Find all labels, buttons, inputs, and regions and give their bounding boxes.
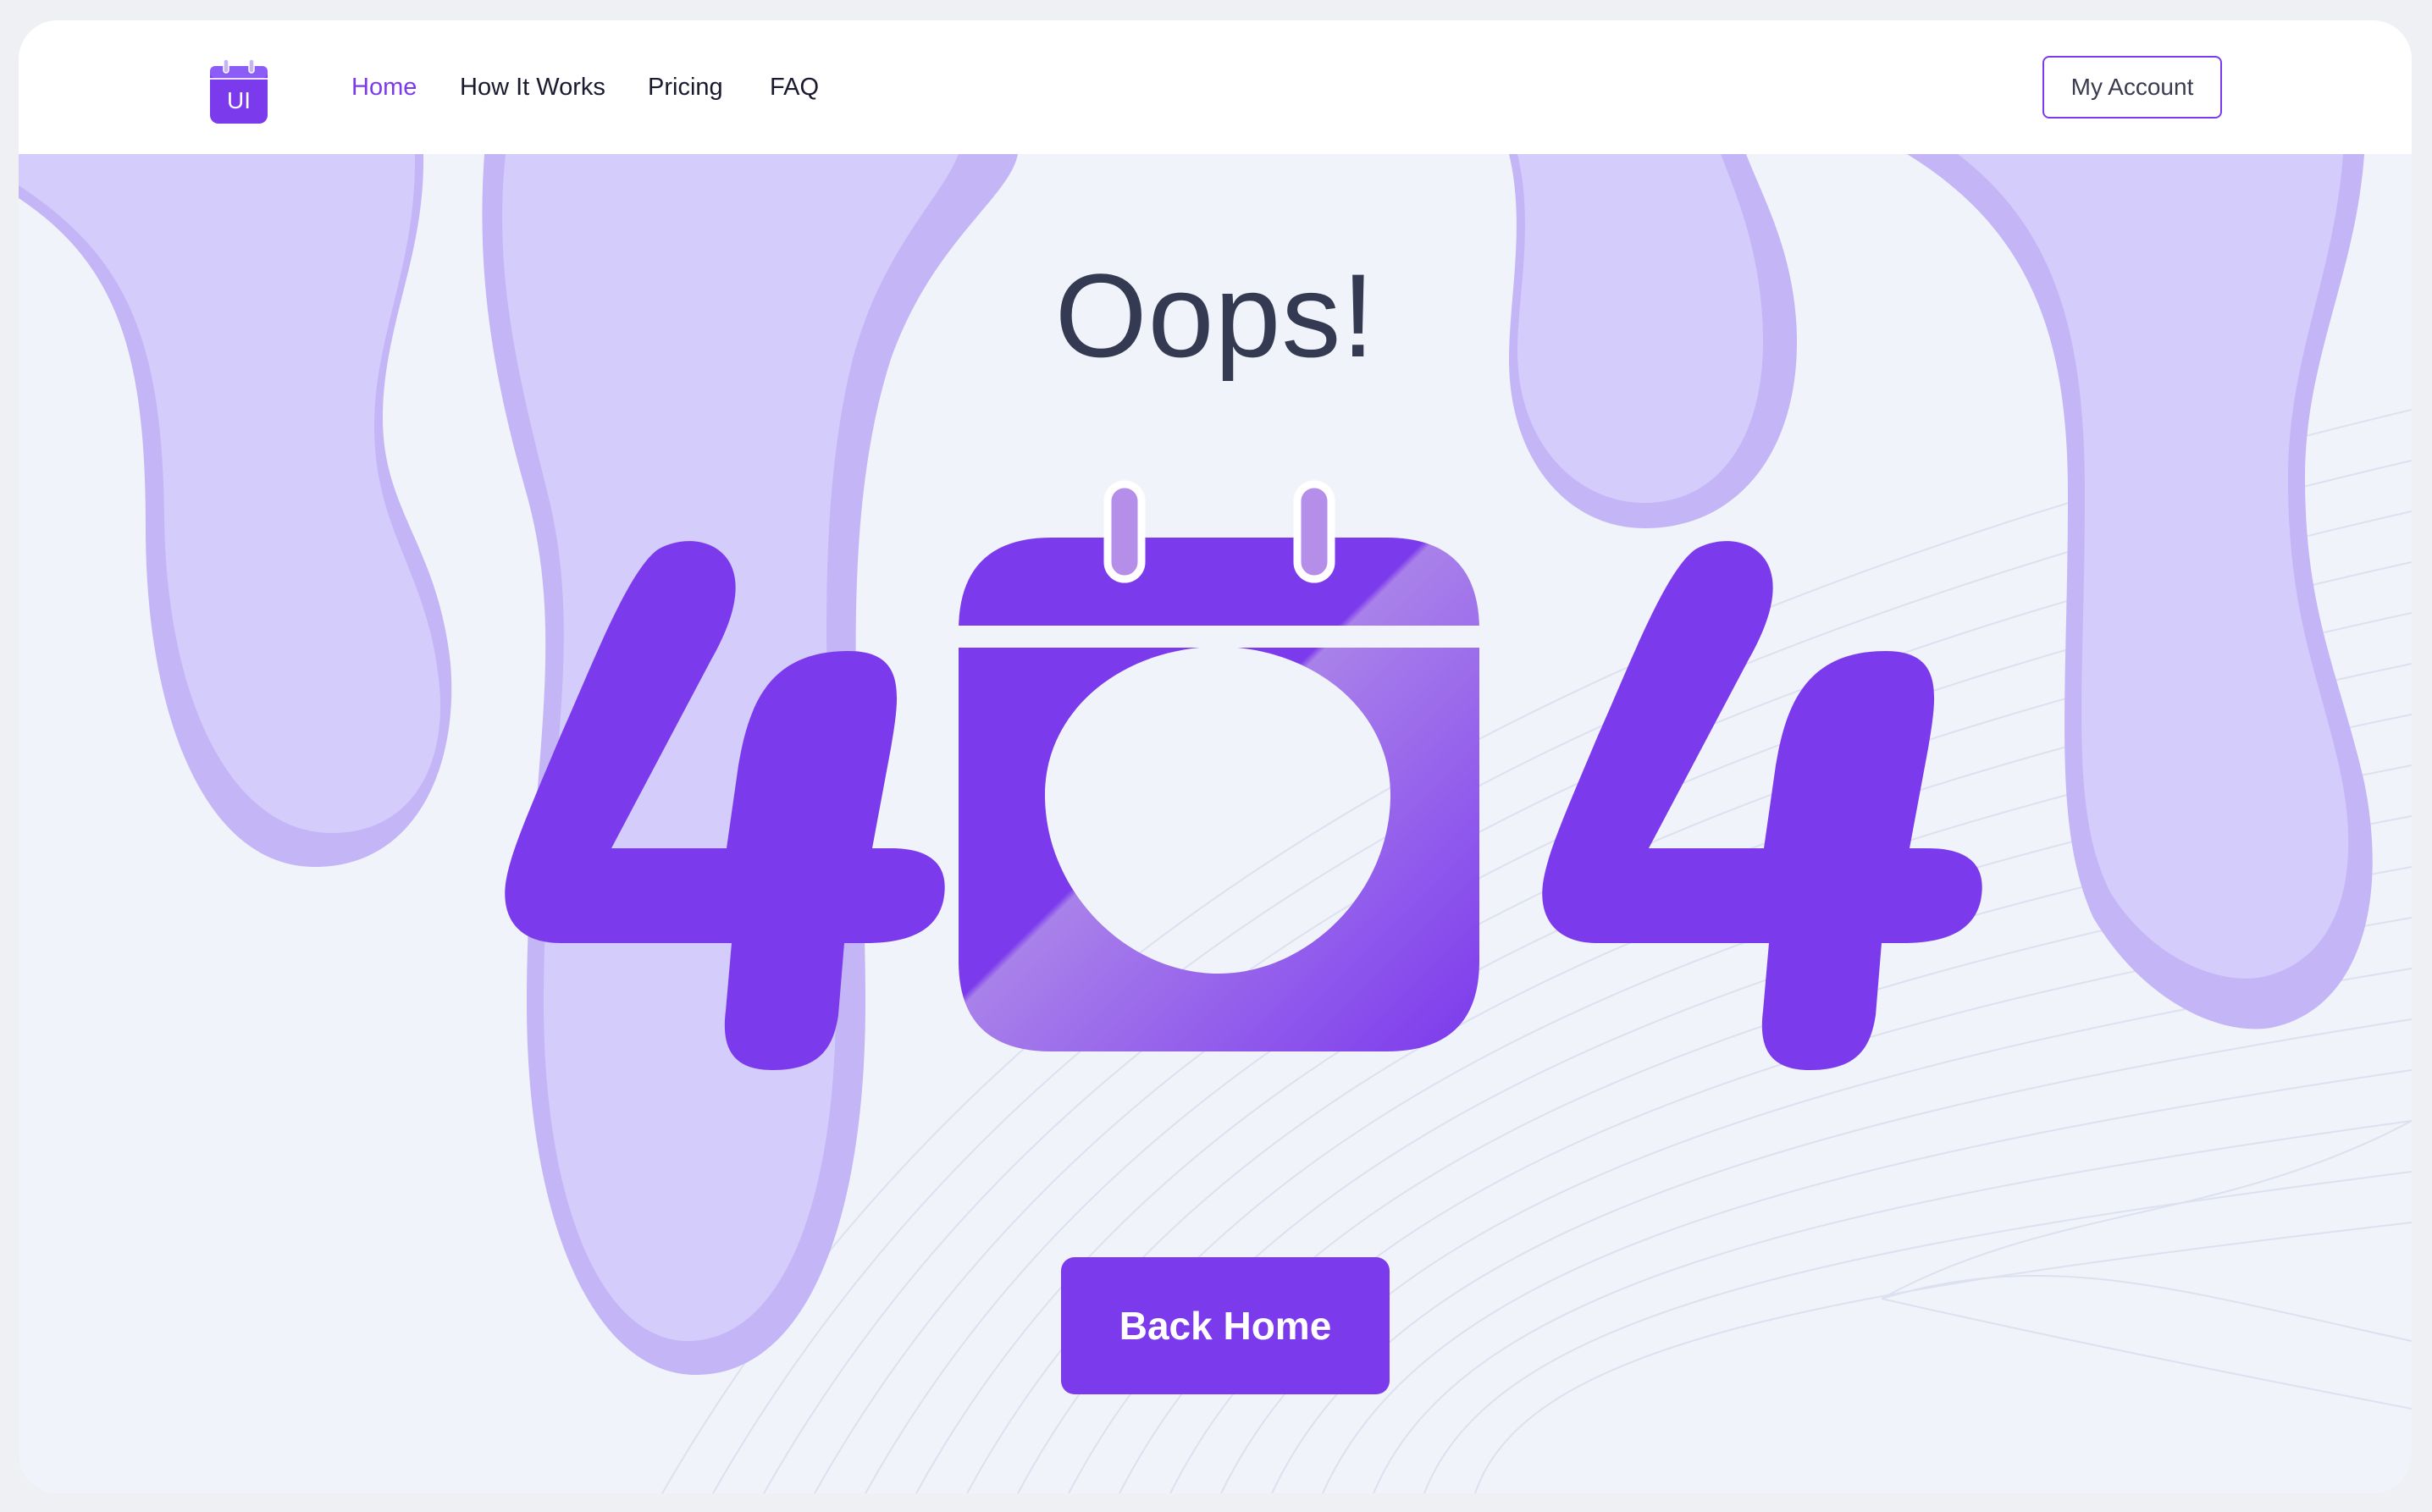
error-heading: Oops! xyxy=(1054,249,1376,382)
calendar-icon xyxy=(950,480,1489,1051)
logo-text: UI xyxy=(227,87,251,113)
nav-faq[interactable]: FAQ xyxy=(770,20,819,154)
nav-how-it-works[interactable]: How It Works xyxy=(460,20,605,154)
top-navbar: UI Home How It Works Pricing FAQ My Acco… xyxy=(19,20,2412,154)
back-home-button[interactable]: Back Home xyxy=(1061,1257,1390,1394)
logo-calendar-icon[interactable]: UI xyxy=(210,59,268,124)
digit-four-right xyxy=(1542,541,1982,1070)
my-account-button[interactable]: My Account xyxy=(2042,56,2222,119)
nav-home[interactable]: Home xyxy=(351,20,417,154)
page-frame: UI Home How It Works Pricing FAQ My Acco… xyxy=(19,20,2412,1493)
digit-four-left xyxy=(505,541,945,1070)
nav-pricing[interactable]: Pricing xyxy=(648,20,723,154)
